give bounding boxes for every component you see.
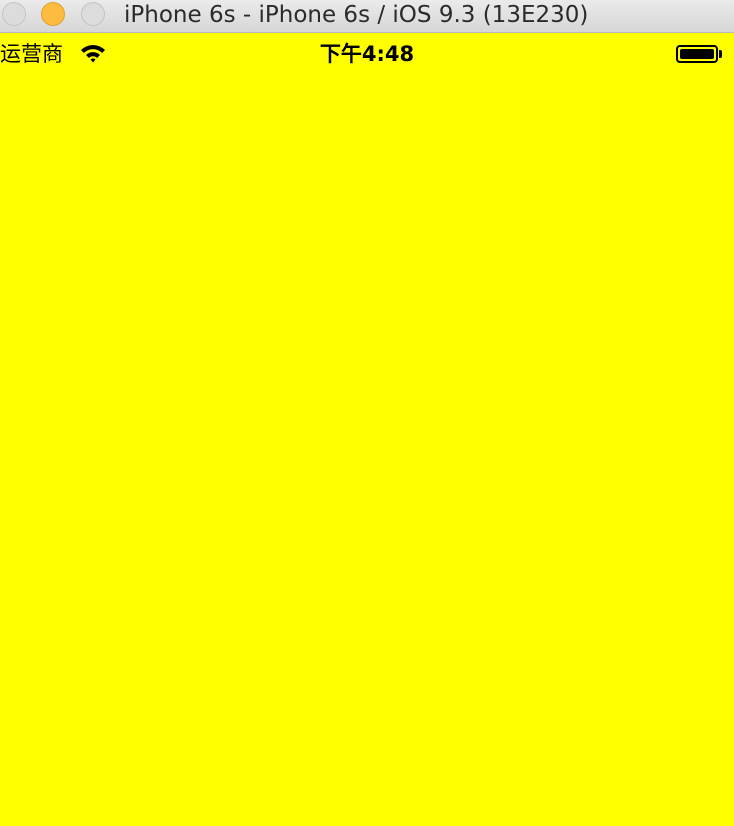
battery-body xyxy=(676,45,718,63)
window-title: iPhone 6s - iPhone 6s / iOS 9.3 (13E230) xyxy=(124,2,589,28)
app-screen[interactable] xyxy=(0,74,734,826)
minimize-button[interactable] xyxy=(41,2,65,26)
battery-tip xyxy=(719,50,722,58)
battery-full-icon xyxy=(676,45,722,65)
battery-level-fill xyxy=(680,49,714,59)
close-button[interactable] xyxy=(2,2,26,26)
zoom-button[interactable] xyxy=(81,2,105,26)
window-titlebar[interactable]: iPhone 6s - iPhone 6s / iOS 9.3 (13E230) xyxy=(0,0,734,33)
simulator-window: iPhone 6s - iPhone 6s / iOS 9.3 (13E230)… xyxy=(0,0,734,826)
ios-status-bar: 运营商 下午4:48 xyxy=(0,34,734,74)
status-time: 下午4:48 xyxy=(319,42,415,66)
